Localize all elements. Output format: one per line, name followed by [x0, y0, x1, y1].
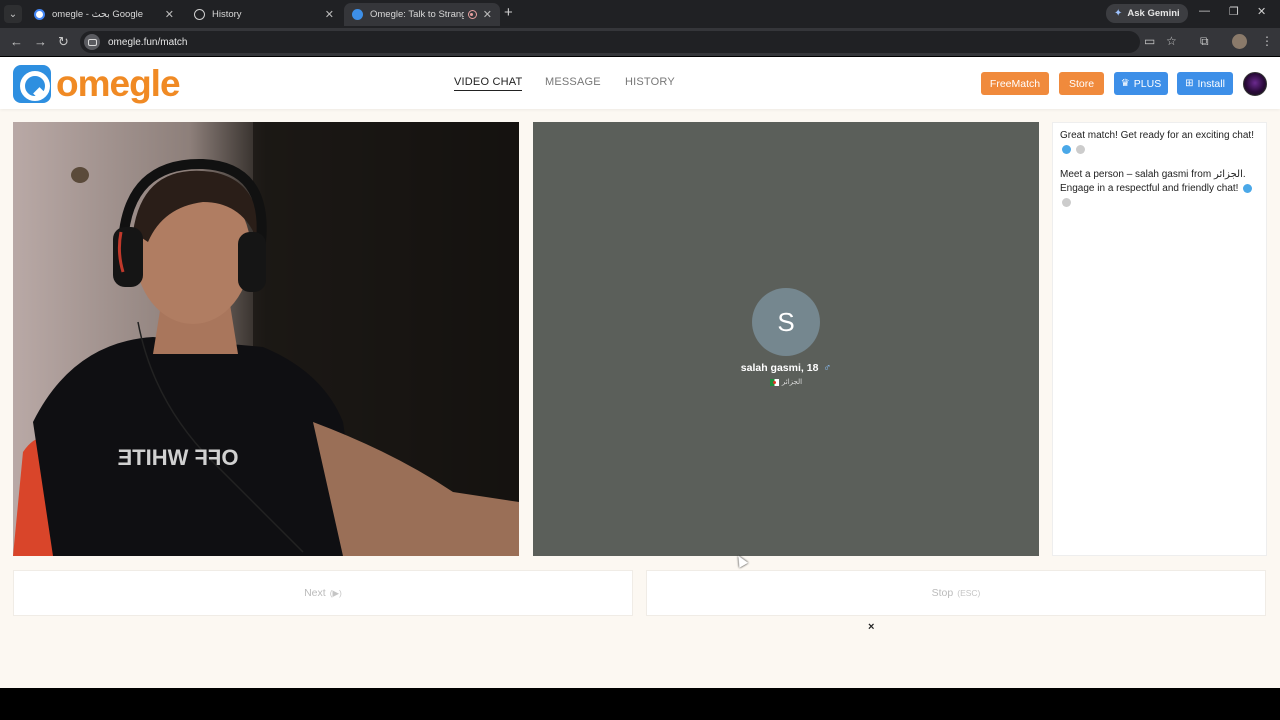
- stop-button[interactable]: Stop (ESC): [646, 570, 1266, 616]
- globe-emoji-icon: [1243, 183, 1253, 193]
- stop-label: Stop: [931, 587, 954, 599]
- address-bar[interactable]: omegle.fun/match: [80, 31, 1140, 53]
- speech-bubble-emoji-icon: [1075, 144, 1085, 154]
- close-window-icon[interactable]: ✕: [1257, 5, 1266, 18]
- self-camera-image: OFF WHITE: [13, 122, 519, 556]
- message-text: Great match! Get ready for an exciting c…: [1060, 130, 1254, 141]
- browser-toolbar: ← → ↻ omegle.fun/match ▭ ☆ ⧉ ⋮: [0, 28, 1280, 56]
- user-avatar[interactable]: [1243, 72, 1267, 96]
- install-button[interactable]: ⊞ Install: [1177, 72, 1233, 95]
- self-video-feed: OFF WHITE: [13, 122, 519, 556]
- ask-gemini-label: Ask Gemini: [1127, 8, 1180, 19]
- system-message: Great match! Get ready for an exciting c…: [1060, 129, 1259, 157]
- omegle-page: omegle VIDEO CHAT MESSAGE HISTORY FreeMa…: [0, 57, 1280, 688]
- remote-video-feed: S salah gasmi, 18 ♂ الجزائر: [533, 122, 1039, 556]
- minimize-icon[interactable]: —: [1199, 5, 1210, 17]
- next-shortcut-hint: (▶): [329, 587, 342, 598]
- male-gender-icon: ♂: [823, 362, 832, 374]
- profile-avatar[interactable]: [1232, 34, 1247, 49]
- install-label: Install: [1197, 77, 1225, 90]
- freematch-button[interactable]: FreeMatch: [981, 72, 1049, 95]
- close-icon[interactable]: ×: [868, 621, 874, 633]
- tab-label: Omegle: Talk to Strangers!: [370, 9, 464, 20]
- nav-video-chat[interactable]: VIDEO CHAT: [454, 76, 523, 91]
- store-button[interactable]: Store: [1059, 72, 1104, 95]
- tab-history[interactable]: History ✕: [186, 3, 342, 26]
- crown-icon: ♛: [1120, 78, 1130, 89]
- close-tab-icon[interactable]: ✕: [325, 8, 334, 21]
- gemini-sparkle-icon: ✦: [1114, 8, 1123, 19]
- stop-shortcut-hint: (ESC): [957, 588, 981, 598]
- browser-tab-bar: ⌄ omegle - بحث Google ✕ History ✕ Omegle…: [0, 0, 1280, 28]
- remote-user-name: salah gasmi, 18 ♂: [533, 362, 1039, 374]
- menu-kebab-icon[interactable]: ⋮: [1261, 35, 1273, 48]
- system-message: Meet a person – salah gasmi from الجزائر…: [1060, 168, 1259, 210]
- remote-user-country: الجزائر: [533, 378, 1039, 386]
- logo-text: omegle: [56, 63, 181, 104]
- tab-search-icon[interactable]: ⌄: [4, 5, 22, 23]
- globe-emoji-icon: [1062, 144, 1071, 154]
- close-tab-icon[interactable]: ✕: [165, 8, 174, 21]
- google-icon: [34, 9, 45, 20]
- omegle-logo[interactable]: omegle: [13, 63, 181, 104]
- algeria-flag-icon: [769, 378, 779, 386]
- nav-message[interactable]: MESSAGE: [545, 76, 601, 88]
- tab-google-search[interactable]: omegle - بحث Google ✕: [26, 3, 182, 26]
- url-text: omegle.fun/match: [108, 36, 188, 48]
- tab-label: History: [212, 9, 242, 20]
- tab-omegle[interactable]: Omegle: Talk to Strangers! ✕: [344, 3, 500, 26]
- plus-label: PLUS: [1133, 77, 1162, 90]
- message-text: Meet a person – salah gasmi from الجزائر…: [1060, 169, 1246, 194]
- recording-icon: [467, 10, 477, 19]
- remote-user-avatar: S: [752, 288, 820, 356]
- next-label: Next: [304, 587, 326, 599]
- site-info-icon[interactable]: [84, 34, 100, 50]
- restore-icon[interactable]: ❐: [1229, 5, 1239, 18]
- forward-icon[interactable]: →: [34, 35, 47, 48]
- remote-name-text: salah gasmi, 18: [740, 362, 819, 374]
- site-header: omegle VIDEO CHAT MESSAGE HISTORY FreeMa…: [0, 57, 1280, 109]
- back-icon[interactable]: ←: [10, 35, 23, 48]
- extensions-icon[interactable]: ⧉: [1200, 35, 1209, 48]
- close-tab-icon[interactable]: ✕: [483, 8, 492, 21]
- tab-label: omegle - بحث Google: [52, 9, 143, 20]
- clapper-emoji-icon: [1062, 197, 1071, 207]
- shirt-text: OFF WHITE: [118, 445, 239, 470]
- history-icon: [194, 9, 205, 20]
- reload-icon[interactable]: ↻: [58, 35, 69, 48]
- next-button[interactable]: Next (▶): [13, 570, 633, 616]
- nav-history[interactable]: HISTORY: [625, 76, 675, 88]
- plus-button[interactable]: ♛ PLUS: [1114, 72, 1168, 95]
- bookmark-star-icon[interactable]: ☆: [1166, 35, 1177, 48]
- chat-panel: Great match! Get ready for an exciting c…: [1052, 122, 1267, 556]
- country-name: الجزائر: [781, 379, 803, 386]
- cast-icon[interactable]: ▭: [1144, 35, 1155, 48]
- new-tab-button[interactable]: +: [504, 4, 513, 21]
- install-icon: ⊞: [1185, 78, 1194, 89]
- omegle-favicon-icon: [352, 9, 363, 20]
- omegle-logo-icon: [13, 65, 51, 103]
- ask-gemini-button[interactable]: ✦ Ask Gemini: [1106, 4, 1188, 23]
